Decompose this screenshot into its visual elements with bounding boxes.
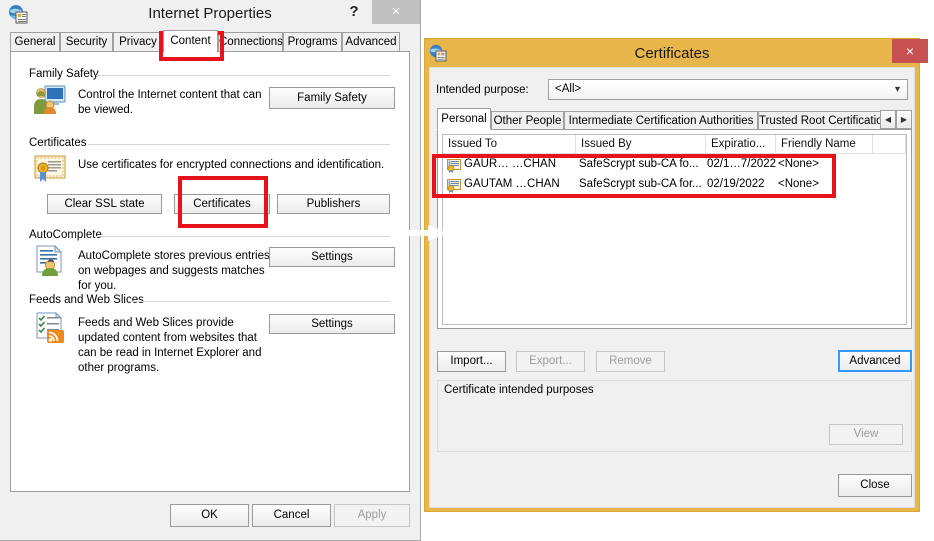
autocomplete-icon bbox=[36, 245, 63, 276]
tab-other-people[interactable]: Other People bbox=[491, 111, 564, 129]
certificate-icon bbox=[34, 155, 66, 182]
tab-programs[interactable]: Programs bbox=[283, 32, 342, 51]
internet-properties-tabstrip: General Security Privacy Content Connect… bbox=[10, 30, 410, 53]
column-header-issued-to[interactable]: Issued To bbox=[443, 135, 576, 154]
certificates-description: Use certificates for encrypted connectio… bbox=[78, 159, 385, 171]
family-safety-icon bbox=[34, 85, 66, 114]
apply-button: Apply bbox=[334, 504, 410, 527]
tab-security[interactable]: Security bbox=[60, 32, 113, 51]
autocomplete-description: AutoComplete stores previous entries on … bbox=[78, 250, 270, 292]
ok-button[interactable]: OK bbox=[170, 504, 249, 527]
annotation-certificate-row-highlight bbox=[432, 154, 836, 198]
family-safety-description: Control the Internet content that can be… bbox=[78, 89, 262, 116]
clear-ssl-state-button[interactable]: Clear SSL state bbox=[47, 194, 162, 214]
cancel-button[interactable]: Cancel bbox=[252, 504, 331, 527]
tab-personal[interactable]: Personal bbox=[437, 108, 491, 130]
import-button[interactable]: Import... bbox=[437, 351, 506, 372]
feeds-settings-button[interactable]: Settings bbox=[269, 314, 395, 334]
pointer-arrow-icon bbox=[398, 225, 448, 241]
certificates-title: Certificates bbox=[634, 45, 710, 62]
close-button[interactable]: × bbox=[372, 0, 420, 24]
group-label-autocomplete: AutoComplete bbox=[26, 229, 105, 241]
tab-scroll-right-button[interactable]: ▶ bbox=[896, 110, 912, 129]
group-label-family-safety: Family Safety bbox=[26, 68, 102, 80]
intended-purpose-label: Intended purpose: bbox=[436, 84, 529, 96]
tab-connections[interactable]: Connections bbox=[218, 32, 283, 51]
help-button[interactable]: ? bbox=[336, 0, 372, 26]
column-header-friendly-name[interactable]: Friendly Name bbox=[776, 135, 873, 154]
certificates-close-button[interactable]: × bbox=[892, 39, 928, 63]
publishers-button[interactable]: Publishers bbox=[277, 194, 390, 214]
column-header-spacer bbox=[873, 135, 906, 154]
tab-general[interactable]: General bbox=[10, 32, 60, 51]
group-divider-certificates bbox=[88, 144, 390, 145]
view-button: View bbox=[829, 424, 903, 445]
column-header-issued-by[interactable]: Issued By bbox=[576, 135, 706, 154]
group-label-certificates: Certificates bbox=[26, 137, 90, 149]
tab-content[interactable]: Content bbox=[163, 30, 218, 53]
group-divider-family-safety bbox=[96, 75, 390, 76]
tab-trusted-root-ca[interactable]: Trusted Root Certification bbox=[758, 111, 888, 129]
chevron-down-icon: ▾ bbox=[894, 84, 900, 95]
feeds-icon bbox=[36, 312, 64, 343]
tab-advanced[interactable]: Advanced bbox=[342, 32, 400, 51]
family-safety-button[interactable]: Family Safety bbox=[269, 87, 395, 109]
intended-purpose-select[interactable]: <All> ▾ bbox=[548, 79, 908, 100]
advanced-button[interactable]: Advanced bbox=[838, 350, 912, 372]
autocomplete-settings-button[interactable]: Settings bbox=[269, 247, 395, 267]
export-button: Export... bbox=[516, 351, 585, 372]
annotation-certificates-button-highlight bbox=[178, 176, 268, 228]
certificate-intended-purposes-label: Certificate intended purposes bbox=[441, 384, 597, 396]
tab-intermediate-ca[interactable]: Intermediate Certification Authorities bbox=[564, 111, 758, 129]
group-divider-autocomplete bbox=[96, 236, 390, 237]
tab-scroll-left-button[interactable]: ◀ bbox=[880, 110, 896, 129]
remove-button: Remove bbox=[596, 351, 665, 372]
group-divider-feeds bbox=[128, 301, 390, 302]
group-label-feeds: Feeds and Web Slices bbox=[26, 294, 147, 306]
tab-privacy[interactable]: Privacy bbox=[113, 32, 163, 51]
feeds-description: Feeds and Web Slices provide updated con… bbox=[78, 317, 262, 374]
certificates-close-dialog-button[interactable]: Close bbox=[838, 474, 912, 497]
intended-purpose-value: <All> bbox=[555, 83, 582, 95]
column-header-expiration[interactable]: Expiratio... bbox=[706, 135, 776, 154]
